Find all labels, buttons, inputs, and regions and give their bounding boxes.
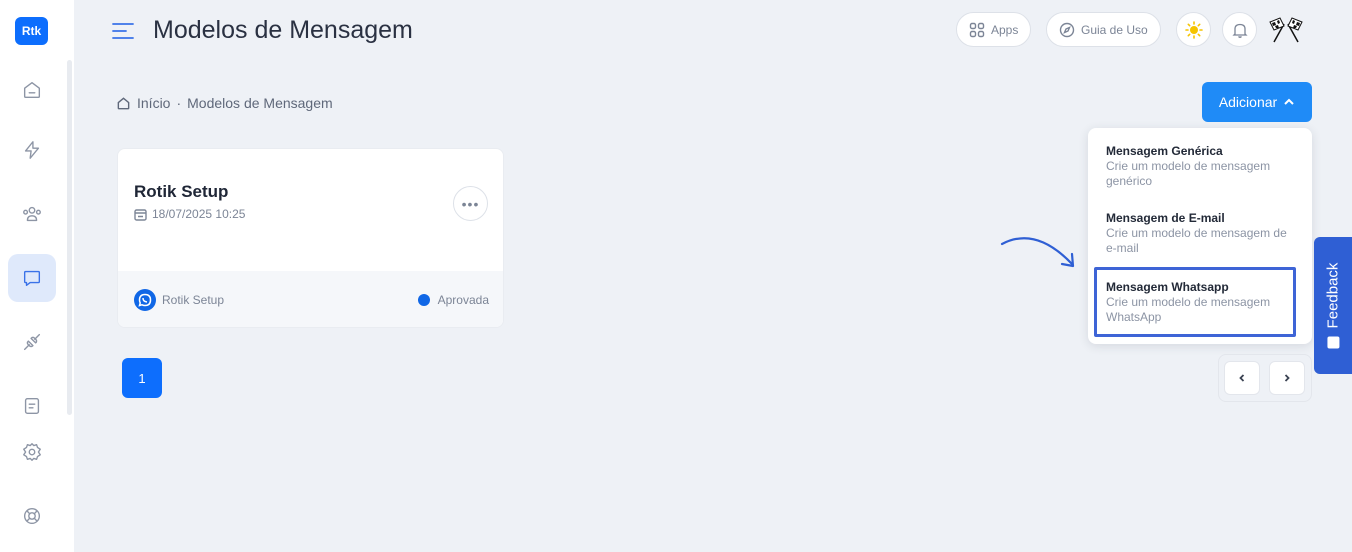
menu-item-description: Crie um modelo de mensagem genérico xyxy=(1106,159,1271,188)
document-icon xyxy=(24,397,40,415)
home-icon xyxy=(117,96,130,109)
compass-icon xyxy=(1059,22,1075,37)
card-date-value: 18/07/2025 10:25 xyxy=(152,207,246,221)
page-1-button[interactable]: 1 xyxy=(122,358,162,398)
user-avatar[interactable] xyxy=(1266,12,1306,48)
sidebar-item-support[interactable] xyxy=(8,492,56,540)
add-button-label: Adicionar xyxy=(1218,94,1278,110)
users-icon xyxy=(23,206,41,222)
grid-icon xyxy=(969,22,985,37)
sidebar-item-home[interactable] xyxy=(8,66,56,114)
breadcrumb-current: Modelos de Mensagem xyxy=(187,95,333,111)
sidebar-item-settings[interactable] xyxy=(8,428,56,476)
app-logo[interactable]: Rtk xyxy=(15,17,48,45)
card-channel-label: Rotik Setup xyxy=(162,293,225,307)
chevron-left-icon xyxy=(1239,374,1245,382)
card-more-button[interactable]: ••• xyxy=(453,186,488,221)
chevron-right-icon xyxy=(1284,374,1290,382)
feedback-icon xyxy=(1327,336,1339,349)
breadcrumb-separator: · xyxy=(176,95,182,111)
annotation-arrow-icon xyxy=(1000,237,1075,268)
status-label: Aprovada xyxy=(437,293,489,307)
guide-label: Guia de Uso xyxy=(1081,22,1148,37)
highlight-box xyxy=(1094,267,1296,337)
status-badge: Aprovada xyxy=(417,293,489,307)
apps-label: Apps xyxy=(991,22,1019,37)
next-page-button[interactable] xyxy=(1269,361,1305,395)
menu-icon[interactable] xyxy=(112,22,134,40)
chevron-up-icon xyxy=(1284,98,1294,105)
sidebar-scrollbar[interactable] xyxy=(67,60,72,415)
template-card[interactable]: Rotik Setup 18/07/2025 10:25 ••• Rotik S… xyxy=(117,148,504,328)
card-date: 18/07/2025 10:25 xyxy=(134,207,245,221)
add-button[interactable]: Adicionar xyxy=(1202,82,1312,122)
sidebar-item-integrations[interactable] xyxy=(8,318,56,366)
guide-button[interactable]: Guia de Uso xyxy=(1046,12,1161,47)
menu-item-title: Mensagem Genérica xyxy=(1106,144,1223,158)
pager-nav xyxy=(1218,354,1312,402)
apps-button[interactable]: Apps xyxy=(956,12,1032,47)
card-channel: Rotik Setup xyxy=(134,289,224,311)
whatsapp-icon xyxy=(134,289,156,311)
help-icon xyxy=(23,507,41,525)
plug-icon xyxy=(23,333,41,351)
theme-toggle-button[interactable] xyxy=(1176,12,1211,47)
sidebar-item-reports[interactable] xyxy=(8,382,56,430)
menu-item-title: Mensagem de E-mail xyxy=(1106,211,1225,225)
menu-item-email-message[interactable]: Mensagem de E-mail Crie um modelo de men… xyxy=(1106,211,1296,256)
feedback-label: Feedback xyxy=(1324,262,1342,329)
sun-icon xyxy=(1184,20,1203,39)
notifications-button[interactable] xyxy=(1222,12,1257,47)
sidebar-item-messages[interactable] xyxy=(8,254,56,302)
previous-page-button[interactable] xyxy=(1224,361,1260,395)
page-title: Modelos de Mensagem xyxy=(153,16,413,44)
breadcrumb: Início · Modelos de Mensagem xyxy=(116,95,333,111)
sidebar-item-contacts[interactable] xyxy=(8,190,56,238)
message-icon xyxy=(23,270,41,287)
menu-item-generic-message[interactable]: Mensagem Genérica Crie um modelo de mens… xyxy=(1106,144,1296,189)
breadcrumb-home-link[interactable]: Início xyxy=(137,95,170,111)
card-footer: Rotik Setup Aprovada xyxy=(118,271,503,327)
feedback-tab[interactable]: Feedback xyxy=(1314,237,1352,374)
sidebar-item-automations[interactable] xyxy=(8,126,56,174)
home-icon xyxy=(23,81,41,99)
bolt-icon xyxy=(24,141,40,159)
settings-icon xyxy=(23,443,41,461)
sidebar: Rtk xyxy=(0,0,74,552)
status-dot xyxy=(417,294,430,306)
bell-icon xyxy=(1231,23,1248,38)
card-title: Rotik Setup xyxy=(134,182,229,201)
menu-item-description: Crie um modelo de mensagem de e-mail xyxy=(1106,226,1287,255)
calendar-icon xyxy=(134,208,147,221)
